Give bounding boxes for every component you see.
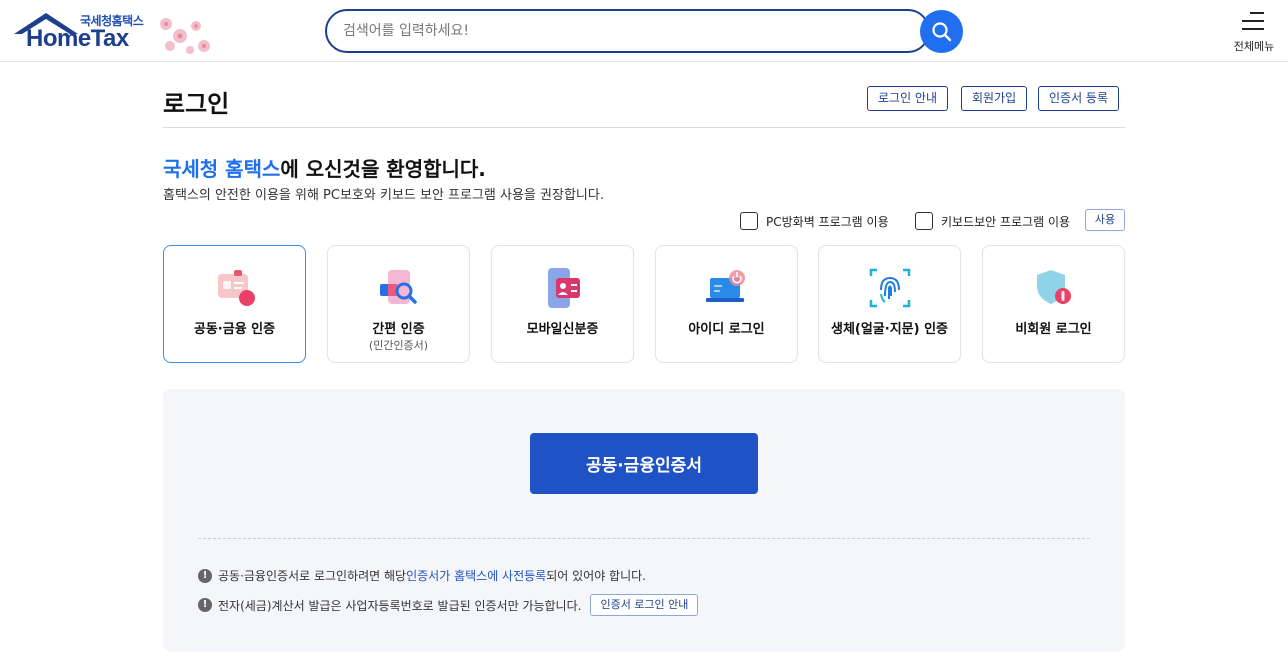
method-name: 간편 인증: [372, 322, 425, 337]
shield-icon: [1037, 270, 1071, 304]
method-subtext: (민간인증서): [368, 339, 429, 352]
method-name: 아이디 로그인: [688, 322, 765, 337]
method-card-cert[interactable]: 공동·금융 인증: [163, 245, 306, 363]
search-button[interactable]: [920, 10, 963, 53]
search-input[interactable]: [343, 11, 913, 51]
notice-text: 전자(세금)계산서 발급은 사업자등록번호로 발급된 인증서만 가능합니다.: [218, 598, 582, 613]
method-card-simple[interactable]: 간편 인증 (민간인증서): [327, 245, 470, 363]
blossom-icon: [160, 18, 210, 54]
use-button[interactable]: 사용: [1085, 209, 1125, 231]
method-card-biometric[interactable]: 생체(얼굴·지문) 인증: [818, 245, 961, 363]
simple-auth-icon: [380, 270, 417, 304]
notice-text: 되어 있어야 합니다.: [546, 569, 646, 583]
welcome-rest: 에 오신것을 환영합니다.: [280, 157, 486, 181]
panel-divider: [198, 538, 1090, 539]
checkbox-box[interactable]: [915, 212, 933, 230]
fingerprint-icon: [869, 268, 911, 308]
method-name: 공동·금융 인증: [193, 322, 276, 337]
welcome-highlight: 국세청 홈택스: [163, 157, 281, 181]
cert-card-icon: [218, 270, 255, 306]
welcome-subtext: 홈택스의 안전한 이용을 위해 PC보호와 키보드 보안 프로그램 사용을 권장…: [163, 188, 604, 203]
method-card-id-login[interactable]: 아이디 로그인: [655, 245, 798, 363]
top-header: 국세청홈택스 HomeTax 전체메뉴: [0, 0, 1288, 62]
search-box: [325, 9, 930, 53]
laptop-login-icon: [706, 270, 745, 302]
notice-text: 공동·금융인증서로 로그인하려면 해당: [218, 569, 407, 583]
welcome-heading: 국세청 홈택스에 오신것을 환영합니다.: [163, 153, 486, 182]
firewall-label: PC방화벽 프로그램 이용: [766, 214, 889, 229]
preregister-link[interactable]: 인증서가 홈택스에 사전등록: [406, 567, 546, 584]
notice-tax-invoice: ! 전자(세금)계산서 발급은 사업자등록번호로 발급된 인증서만 가능합니다.…: [198, 594, 699, 616]
title-divider: [163, 127, 1125, 128]
cert-register-button[interactable]: 인증서 등록: [1038, 86, 1120, 111]
mobile-id-icon: [548, 268, 580, 308]
method-card-mobile-id[interactable]: 모바일신분증: [491, 245, 634, 363]
keyboard-security-checkbox[interactable]: 키보드보안 프로그램 이용: [915, 212, 1070, 230]
method-name: 모바일신분증: [526, 322, 599, 337]
signup-button[interactable]: 회원가입: [961, 86, 1028, 111]
cert-login-button[interactable]: 공동·금융인증서: [530, 433, 758, 494]
exclamation-icon: !: [198, 568, 212, 583]
method-name: 비회원 로그인: [1015, 322, 1092, 337]
hamburger-icon: [1242, 12, 1264, 36]
search-icon: [932, 22, 952, 42]
logo-title: HomeTax: [26, 25, 129, 52]
firewall-checkbox[interactable]: PC방화벽 프로그램 이용: [740, 212, 889, 230]
menu-label: 전체메뉴: [1233, 40, 1275, 53]
method-card-guest[interactable]: 비회원 로그인: [982, 245, 1125, 363]
checkbox-box[interactable]: [740, 212, 758, 230]
method-name: 생체(얼굴·지문) 인증: [830, 322, 949, 337]
page-title: 로그인: [163, 90, 230, 118]
keyboard-security-label: 키보드보안 프로그램 이용: [941, 214, 1071, 229]
login-guide-button[interactable]: 로그인 안내: [867, 86, 949, 111]
full-menu-button[interactable]: 전체메뉴: [1226, 8, 1282, 56]
hometax-logo[interactable]: 국세청홈택스 HomeTax: [12, 8, 222, 58]
cert-login-guide-button[interactable]: 인증서 로그인 안내: [590, 594, 699, 616]
exclamation-icon: !: [198, 598, 212, 612]
notice-preregister: ! 공동·금융인증서로 로그인하려면 해당 인증서가 홈택스에 사전등록 되어 …: [198, 567, 646, 584]
